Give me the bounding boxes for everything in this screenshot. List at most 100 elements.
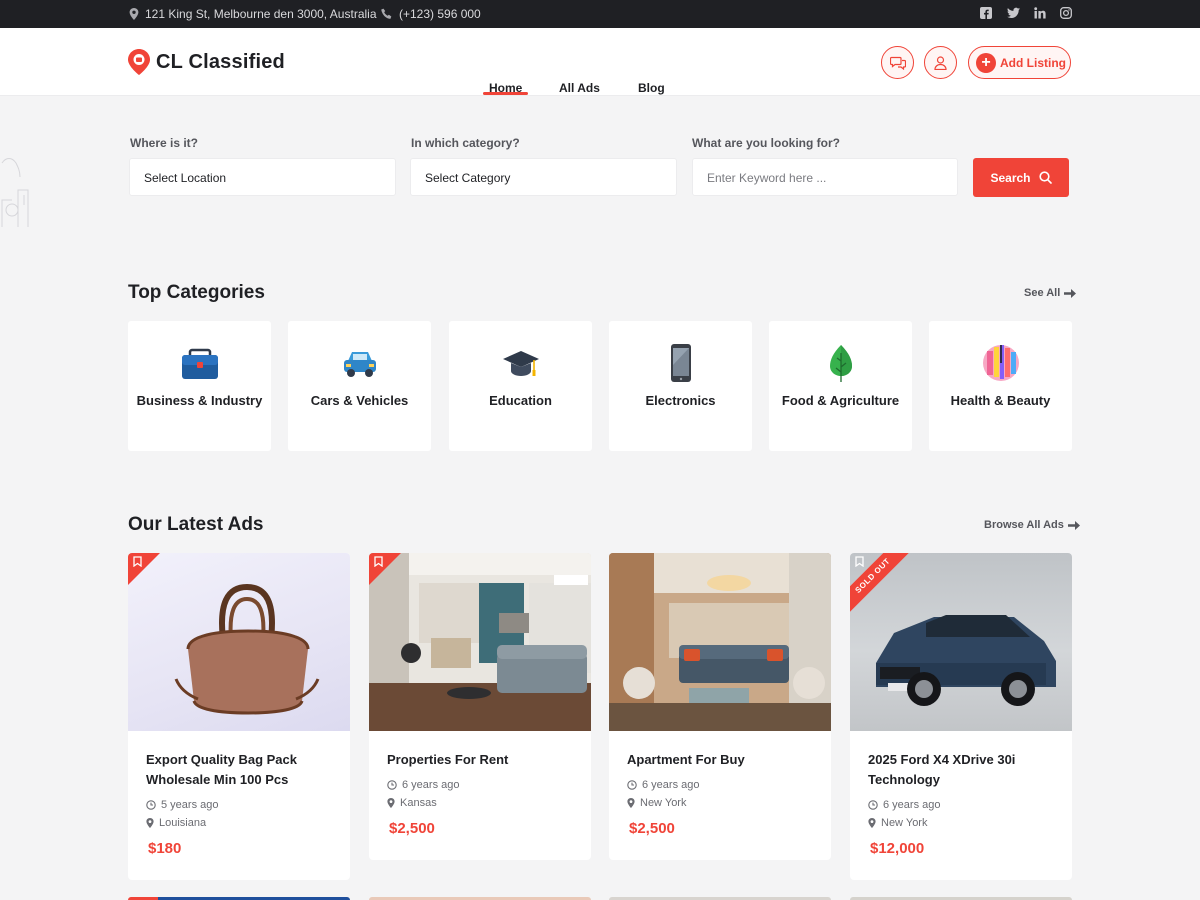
clock-icon <box>868 800 878 810</box>
facebook-icon[interactable] <box>980 7 994 21</box>
account-button[interactable] <box>924 46 957 79</box>
ad-location-text: New York <box>881 817 928 829</box>
ad-image-bag[interactable] <box>128 553 350 731</box>
location-pin-icon <box>387 798 395 808</box>
ad-card[interactable]: Apartment For Buy 6 years ago New York $… <box>609 553 831 860</box>
clock-icon <box>146 800 156 810</box>
category-select[interactable]: Select Category <box>410 158 677 196</box>
ad-time-text: 6 years ago <box>642 779 700 791</box>
nav-active-indicator <box>483 92 528 95</box>
see-all-link[interactable]: See All <box>1024 287 1077 299</box>
phone-info: (+123) 596 000 <box>381 7 481 21</box>
ad-image-ford[interactable]: SOLD OUT <box>850 553 1072 731</box>
bookmark-icon[interactable] <box>855 556 864 567</box>
leaf-icon <box>829 345 852 382</box>
ad-details: 2025 Ford X4 XDrive 30i Technology 6 yea… <box>850 731 1072 857</box>
decorative-sketch-icon <box>1 158 29 227</box>
search-icon <box>1038 171 1052 184</box>
category-card-cars[interactable]: Cars & Vehicles <box>288 321 431 451</box>
arrow-right-icon <box>1064 288 1077 298</box>
beauty-icon <box>982 345 1019 381</box>
search-button[interactable]: Search <box>973 158 1069 197</box>
address-text: 121 King St, Melbourne den 3000, Austral… <box>145 7 377 21</box>
ad-details: Apartment For Buy 6 years ago New York $… <box>609 731 831 837</box>
car-icon <box>343 352 376 377</box>
top-categories-title: Top Categories <box>128 282 265 303</box>
keyword-input[interactable]: Enter Keyword here ... <box>692 158 958 196</box>
location-pin-icon <box>627 798 635 808</box>
site-logo[interactable]: CL Classified <box>128 49 285 75</box>
ad-time-text: 5 years ago <box>161 799 219 811</box>
ad-price: $2,500 <box>389 820 435 837</box>
ad-time: 6 years ago <box>627 779 813 791</box>
category-name: Business & Industry <box>136 393 263 408</box>
twitter-icon[interactable] <box>1007 7 1021 21</box>
location-pin-icon <box>129 8 139 20</box>
bookmark-icon[interactable] <box>133 556 142 567</box>
ad-title[interactable]: Export Quality Bag Pack Wholesale Min 10… <box>146 750 332 790</box>
ad-card[interactable]: Properties For Rent 6 years ago Kansas $… <box>369 553 591 860</box>
see-all-label: See All <box>1024 287 1061 299</box>
ad-image-properties[interactable] <box>369 553 591 731</box>
category-name: Cars & Vehicles <box>310 393 409 408</box>
location-select[interactable]: Select Location <box>129 158 396 196</box>
ad-title[interactable]: 2025 Ford X4 XDrive 30i Technology <box>868 750 1054 790</box>
ad-time: 5 years ago <box>146 799 332 811</box>
category-name: Health & Beauty <box>950 393 1051 408</box>
bookmark-icon[interactable] <box>374 556 383 567</box>
latest-ads-title: Our Latest Ads <box>128 514 264 535</box>
briefcase-icon <box>181 348 218 379</box>
arrow-right-icon <box>1067 520 1080 530</box>
ad-card[interactable]: SOLD OUT 2025 Ford X4 XDrive 30i Technol… <box>850 553 1072 880</box>
keyword-label: What are you looking for? <box>692 136 841 150</box>
category-name: Electronics <box>645 393 716 408</box>
clock-icon <box>387 780 397 790</box>
ad-time: 6 years ago <box>387 779 573 791</box>
category-name: Education <box>489 393 552 408</box>
clock-icon <box>627 780 637 790</box>
ad-title[interactable]: Properties For Rent <box>387 750 573 770</box>
messages-button[interactable] <box>881 46 914 79</box>
smartphone-icon <box>670 344 691 382</box>
category-card-food[interactable]: Food & Agriculture <box>769 321 912 451</box>
plus-icon: + <box>976 52 996 73</box>
user-icon <box>934 55 947 70</box>
category-label: In which category? <box>411 136 520 150</box>
ad-price: $2,500 <box>629 820 675 837</box>
linkedin-icon[interactable] <box>1034 7 1048 21</box>
ad-time-text: 6 years ago <box>883 799 941 811</box>
apartment-image <box>609 553 831 731</box>
graduation-cap-icon <box>502 351 539 376</box>
living-room-image <box>369 553 591 731</box>
browse-all-ads-link[interactable]: Browse All Ads <box>984 519 1080 531</box>
nav-all-ads[interactable]: All Ads <box>559 81 600 95</box>
category-card-education[interactable]: Education <box>449 321 592 451</box>
instagram-icon[interactable] <box>1060 7 1074 21</box>
ad-details: Properties For Rent 6 years ago Kansas $… <box>369 731 591 837</box>
category-card-health[interactable]: Health & Beauty <box>929 321 1072 451</box>
category-name: Food & Agriculture <box>781 393 900 408</box>
brand-name: CL Classified <box>156 50 285 73</box>
ad-image-apartment[interactable] <box>609 553 831 731</box>
phone-text: (+123) 596 000 <box>399 7 481 21</box>
browse-all-label: Browse All Ads <box>984 519 1064 531</box>
category-card-electronics[interactable]: Electronics <box>609 321 752 451</box>
ad-location-text: Louisiana <box>159 817 207 829</box>
add-listing-label: Add Listing <box>1000 55 1066 70</box>
location-label: Where is it? <box>130 136 199 150</box>
ad-details: Export Quality Bag Pack Wholesale Min 10… <box>128 731 350 857</box>
search-button-label: Search <box>990 170 1031 185</box>
category-card-business[interactable]: Business & Industry <box>128 321 271 451</box>
address-info: 121 King St, Melbourne den 3000, Austral… <box>129 7 377 21</box>
ad-title[interactable]: Apartment For Buy <box>627 750 813 770</box>
nav-blog[interactable]: Blog <box>638 81 665 95</box>
ad-card[interactable]: Export Quality Bag Pack Wholesale Min 10… <box>128 553 350 880</box>
add-listing-button[interactable]: + Add Listing <box>968 46 1071 79</box>
top-info-bar: 121 King St, Melbourne den 3000, Austral… <box>0 0 1200 28</box>
handbag-image <box>174 583 320 715</box>
location-pin-icon <box>146 818 154 828</box>
ad-location: New York <box>627 797 813 809</box>
ad-price: $180 <box>148 840 182 857</box>
phone-icon <box>381 8 392 19</box>
ad-location-text: Kansas <box>400 797 437 809</box>
